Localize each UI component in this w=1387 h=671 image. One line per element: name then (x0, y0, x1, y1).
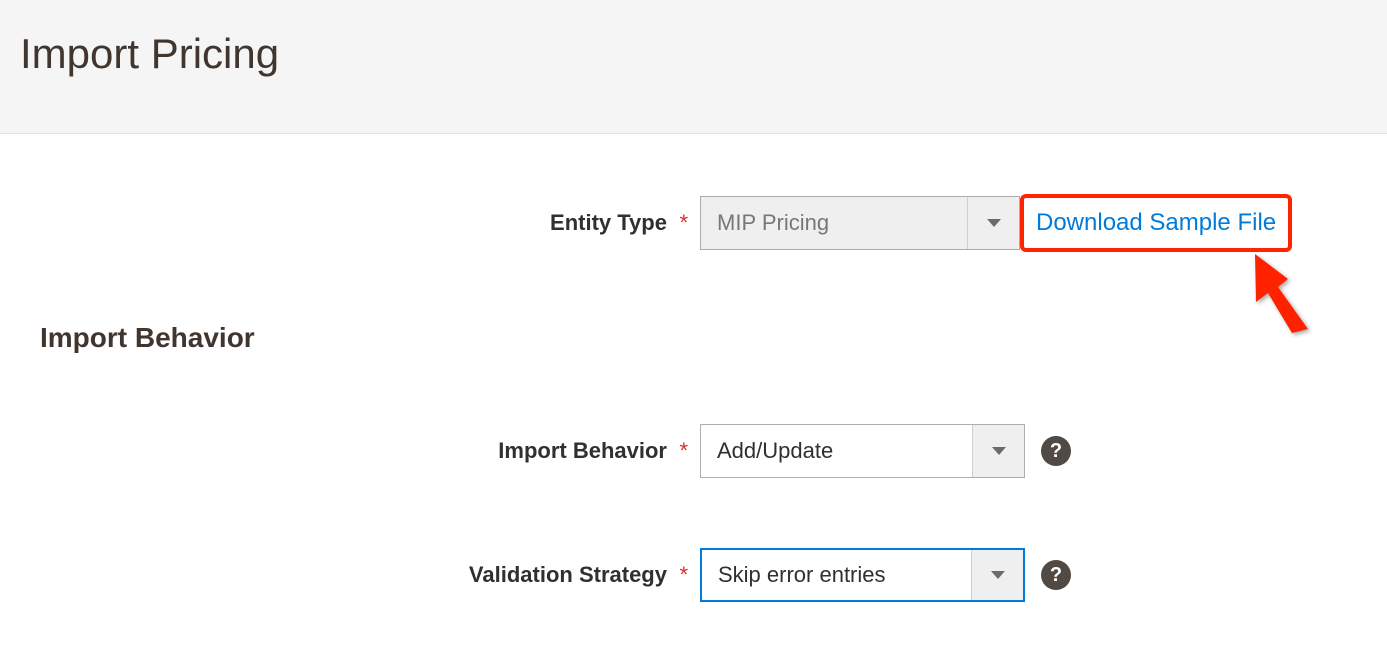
entity-type-field-col: MIP Pricing Download Sample File (700, 194, 1292, 252)
import-behavior-caret-box (972, 425, 1024, 477)
required-mark: * (679, 210, 688, 235)
validation-strategy-caret-box (971, 550, 1023, 600)
validation-strategy-field-col: Skip error entries ? (700, 548, 1071, 602)
entity-type-caret-box (967, 197, 1019, 249)
entity-type-label: Entity Type (550, 210, 667, 235)
import-behavior-field-col: Add/Update ? (700, 424, 1071, 478)
required-mark: * (679, 562, 688, 587)
chevron-down-icon (991, 571, 1005, 579)
import-behavior-label: Import Behavior (498, 438, 667, 463)
import-behavior-value: Add/Update (701, 438, 972, 464)
required-mark: * (679, 438, 688, 463)
import-behavior-heading: Import Behavior (40, 322, 1347, 354)
validation-strategy-select[interactable]: Skip error entries (700, 548, 1025, 602)
form-content: Entity Type * MIP Pricing Download Sampl… (0, 134, 1387, 662)
chevron-down-icon (992, 447, 1006, 455)
help-icon[interactable]: ? (1041, 436, 1071, 466)
entity-type-label-col: Entity Type * (40, 210, 700, 236)
help-icon[interactable]: ? (1041, 560, 1071, 590)
entity-type-select[interactable]: MIP Pricing (700, 196, 1020, 250)
download-sample-highlight: Download Sample File (1020, 194, 1292, 252)
import-behavior-select[interactable]: Add/Update (700, 424, 1025, 478)
entity-type-row: Entity Type * MIP Pricing Download Sampl… (40, 194, 1347, 252)
validation-strategy-row: Validation Strategy * Skip error entries… (40, 548, 1347, 602)
entity-type-value: MIP Pricing (701, 210, 967, 236)
import-behavior-row: Import Behavior * Add/Update ? (40, 424, 1347, 478)
validation-strategy-value: Skip error entries (702, 562, 971, 588)
validation-strategy-label: Validation Strategy (469, 562, 667, 587)
validation-strategy-label-col: Validation Strategy * (40, 562, 700, 588)
import-behavior-label-col: Import Behavior * (40, 438, 700, 464)
download-sample-link[interactable]: Download Sample File (1036, 209, 1276, 237)
page-header: Import Pricing (0, 0, 1387, 134)
page-title: Import Pricing (20, 30, 1367, 78)
chevron-down-icon (987, 219, 1001, 227)
